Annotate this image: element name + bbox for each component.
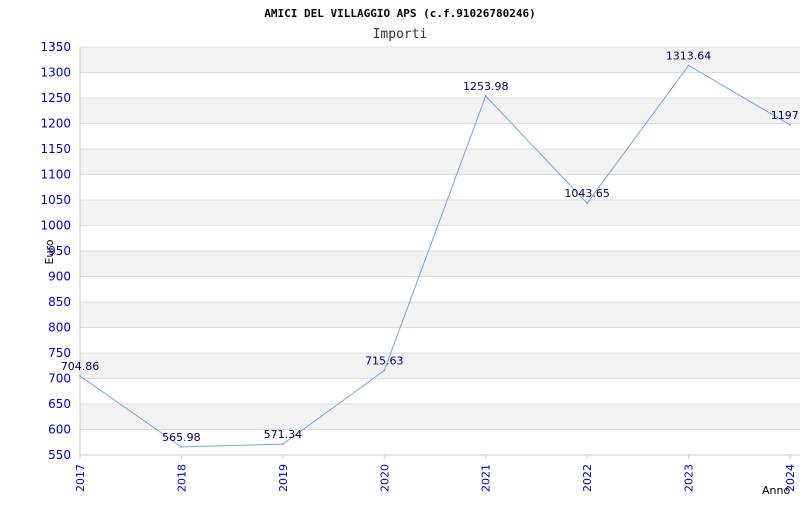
y-tick-label: 800 [48,321,71,335]
plot-band [80,327,800,353]
y-tick-label: 1150 [40,142,71,156]
plot-band [80,225,800,251]
data-label: 565.98 [162,431,201,444]
y-tick-label: 700 [48,372,71,386]
data-label: 704.86 [61,360,100,373]
plot-band [80,200,800,226]
data-point [789,123,791,126]
x-tick-label: 2021 [480,464,493,492]
data-point [687,64,690,67]
data-point [180,445,183,448]
data-point [586,202,589,205]
x-tick-label: 2019 [277,464,290,492]
x-tick-label: 2018 [175,464,188,492]
y-tick-label: 1050 [40,193,71,207]
y-tick-label: 1250 [40,91,71,105]
line-chart: 5506006507007508008509009501000105011001… [40,7,800,497]
y-axis-label: Euro [43,239,56,264]
data-label: 1043.65 [564,187,610,200]
chart-subtitle: Importi [373,27,428,42]
x-tick-labels: 2017 2018 2019 2020 2021 2022 2023 2024 [74,464,797,492]
y-tick-label: 650 [48,397,71,411]
plot-band [80,404,800,430]
chart-title: AMICI DEL VILLAGGIO APS (c.f.91026780246… [264,7,536,20]
plot-band [80,302,800,328]
plot-band [80,353,800,379]
y-tick-label: 550 [48,448,71,462]
data-point [383,369,386,372]
data-point [281,443,284,446]
plot-band [80,72,800,98]
x-tick-label: 2020 [378,464,391,492]
plot-band [80,98,800,124]
plot-band [80,149,800,175]
y-tick-label: 1200 [40,117,71,131]
data-point [484,94,487,97]
x-axis-label: Anno [762,484,790,497]
plot-band [80,251,800,277]
plot-band [80,123,800,149]
y-tick-label: 600 [48,423,71,437]
data-label: 1253.98 [463,80,509,93]
y-tick-label: 850 [48,295,71,309]
data-label: 1313.64 [666,50,712,63]
data-label: 571.34 [264,428,303,441]
y-tick-label: 900 [48,270,71,284]
x-tick-label: 2023 [683,464,696,492]
y-tick-label: 1000 [40,219,71,233]
plot-band [80,378,800,404]
y-tick-label: 1350 [40,40,71,54]
x-tick-label: 2022 [581,464,594,492]
data-label: 1197.5 [771,109,800,122]
plot-band [80,276,800,302]
y-tick-label: 1300 [40,66,71,80]
data-label: 715.63 [365,355,404,368]
data-point [79,375,81,378]
plot-band [80,174,800,200]
x-tick-label: 2017 [74,464,87,492]
chart-container: 550 600 650 700 750 800 850 900 950 1000 1050 1100 1… [0,0,800,500]
y-tick-label: 750 [48,346,71,360]
y-tick-label: 1100 [40,168,71,182]
